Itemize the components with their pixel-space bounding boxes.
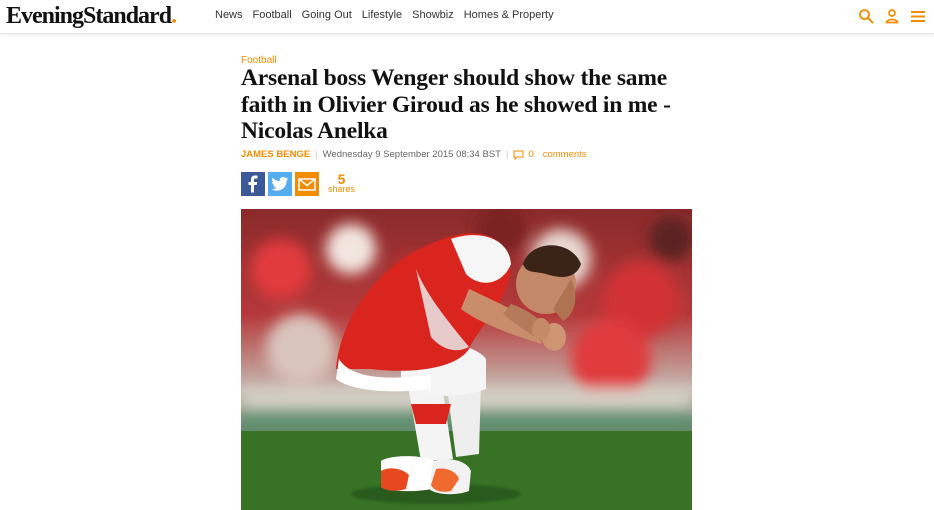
byline: JAMES BENGE | Wednesday 9 September 2015… xyxy=(241,149,587,160)
footballer-photo-illustration xyxy=(241,209,692,510)
comment-icon xyxy=(513,150,524,160)
header-icons xyxy=(858,8,926,24)
share-count: 5 shares xyxy=(328,171,356,194)
article-photo[interactable] xyxy=(241,209,692,510)
comments-link[interactable]: 0 comments xyxy=(513,149,587,160)
author-name[interactable]: JAMES BENGE xyxy=(241,149,310,160)
twitter-icon xyxy=(271,176,289,191)
nav-item-homes-property[interactable]: Homes & Property xyxy=(464,9,554,21)
share-count-number: 5 xyxy=(337,171,346,187)
nav-item-showbiz[interactable]: Showbiz xyxy=(412,9,454,21)
menu-icon[interactable] xyxy=(910,8,926,24)
publish-date: Wednesday 9 September 2015 08:34 BST xyxy=(322,149,501,160)
nav-item-going-out[interactable]: Going Out xyxy=(302,9,352,21)
email-icon xyxy=(298,177,316,191)
facebook-icon xyxy=(248,175,258,193)
nav-item-football[interactable]: Football xyxy=(253,9,292,21)
search-icon[interactable] xyxy=(858,8,874,24)
nav-item-news[interactable]: News xyxy=(215,9,243,21)
main-nav: News Football Going Out Lifestyle Showbi… xyxy=(215,9,554,21)
user-icon[interactable] xyxy=(884,8,900,24)
email-share-button[interactable] xyxy=(295,172,319,196)
share-bar: 5 shares xyxy=(241,172,355,196)
twitter-share-button[interactable] xyxy=(268,172,292,196)
comments-label: comments xyxy=(542,149,587,160)
site-header: EveningStandard. News Football Going Out… xyxy=(0,0,934,34)
share-count-label: shares xyxy=(328,184,356,194)
byline-divider: | xyxy=(315,149,318,160)
logo-text: EveningStandard xyxy=(6,3,172,29)
byline-divider: | xyxy=(505,149,509,160)
comments-count: 0 xyxy=(528,149,534,160)
article-headline: Arsenal boss Wenger should show the same… xyxy=(241,65,671,144)
logo-dot: . xyxy=(171,3,177,29)
logo[interactable]: EveningStandard. xyxy=(6,3,177,29)
facebook-share-button[interactable] xyxy=(241,172,265,196)
nav-item-lifestyle[interactable]: Lifestyle xyxy=(362,9,402,21)
